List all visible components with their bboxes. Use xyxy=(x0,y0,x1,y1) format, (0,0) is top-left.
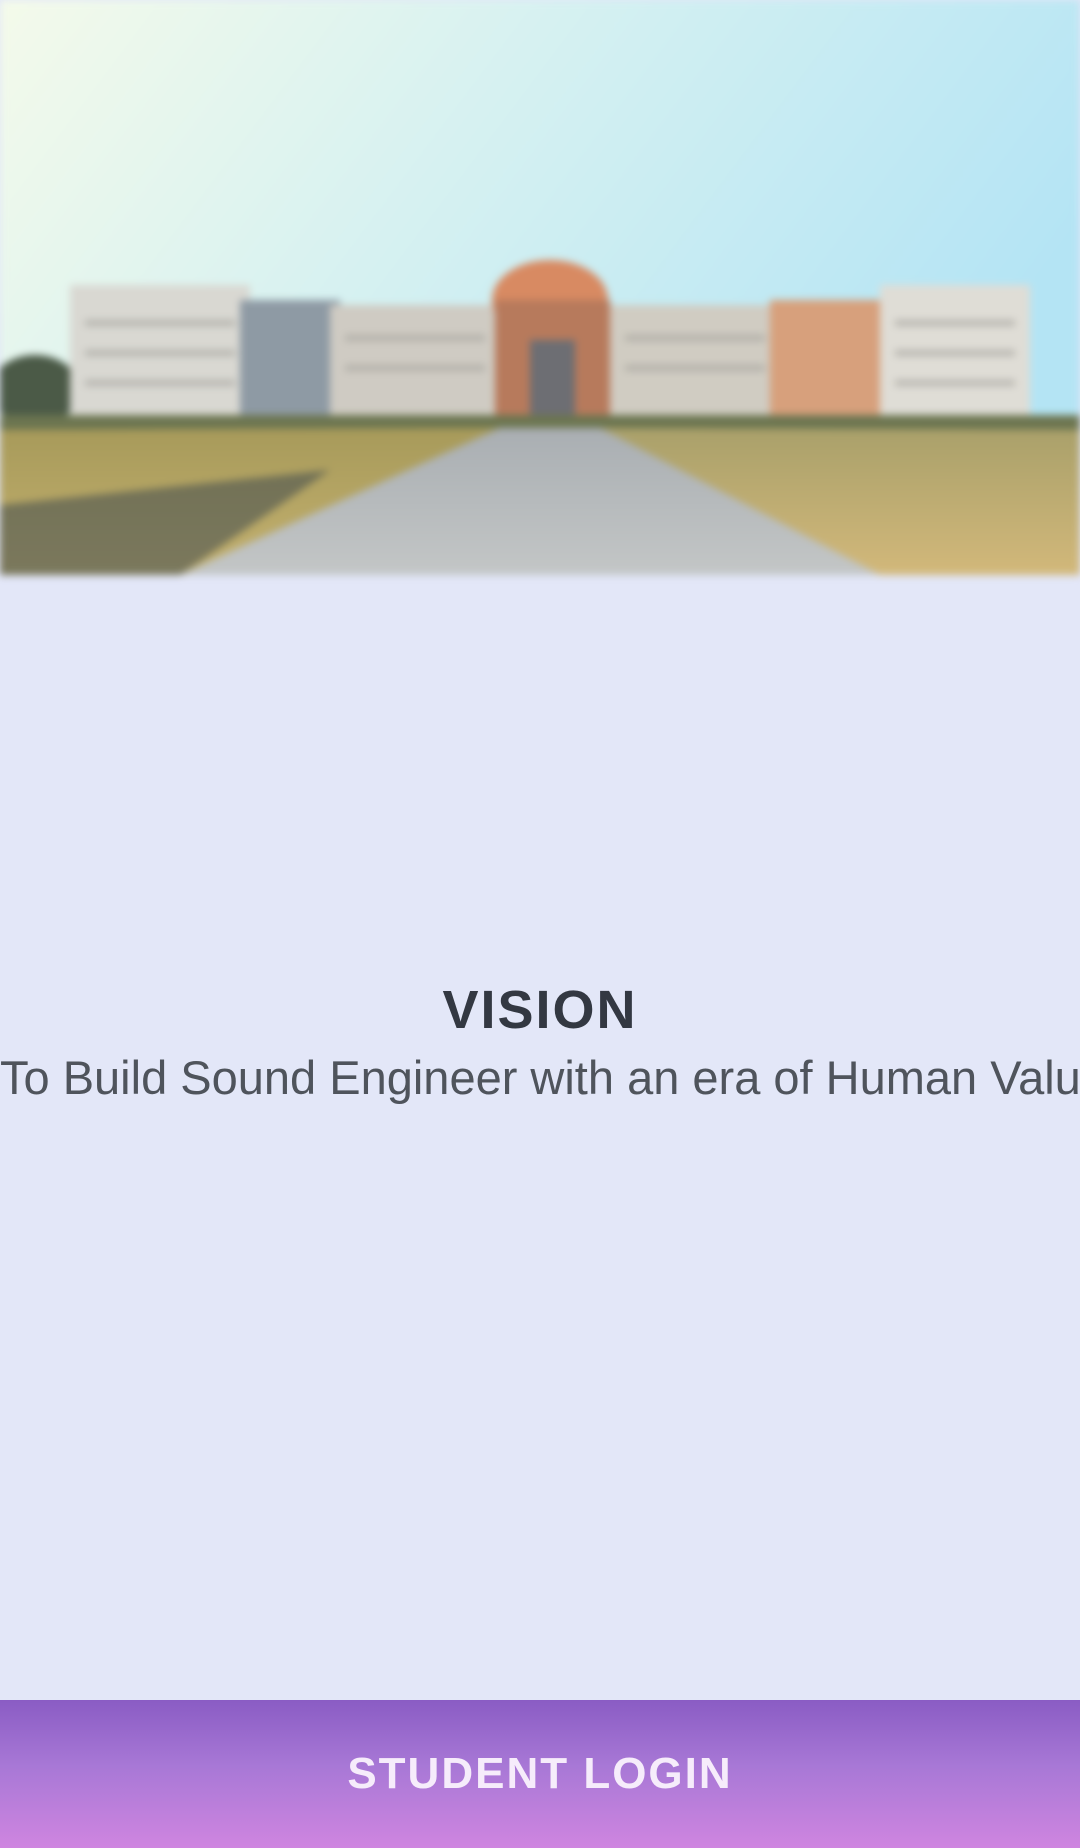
vision-title: VISION xyxy=(442,980,638,1040)
vision-statement: To Build Sound Engineer with an era of H… xyxy=(0,1051,1080,1104)
main-content: VISION To Build Sound Engineer with an e… xyxy=(0,575,1080,1700)
student-login-button[interactable]: STUDENT LOGIN xyxy=(0,1700,1080,1848)
student-login-label: STUDENT LOGIN xyxy=(347,1749,733,1798)
campus-hero-image xyxy=(0,0,1080,575)
vision-section: VISION To Build Sound Engineer with an e… xyxy=(0,975,1080,1111)
